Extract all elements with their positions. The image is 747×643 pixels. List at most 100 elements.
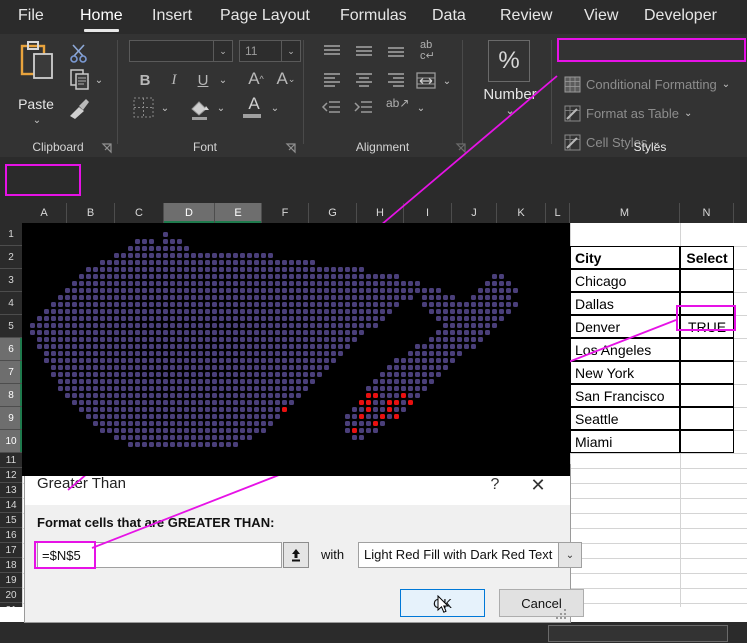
- align-right-icon[interactable]: [384, 70, 408, 90]
- font-color-chevron-down-icon[interactable]: ⌄: [268, 104, 282, 114]
- column-header-H[interactable]: H: [357, 203, 404, 223]
- row-header-8[interactable]: 8: [0, 384, 22, 407]
- column-header-G[interactable]: G: [309, 203, 357, 223]
- increase-indent-icon[interactable]: [352, 98, 376, 118]
- font-name-combobox[interactable]: ⌄: [129, 40, 233, 62]
- column-header-E[interactable]: E: [215, 203, 262, 223]
- column-header-D[interactable]: D: [164, 203, 215, 223]
- row-header-17[interactable]: 17: [0, 543, 22, 558]
- format-as-table-button[interactable]: Format as Table ⌄: [564, 105, 692, 122]
- copy-icon[interactable]: [68, 68, 92, 92]
- fill-color-icon[interactable]: [187, 96, 213, 122]
- bold-button[interactable]: B: [133, 68, 157, 92]
- italic-button[interactable]: I: [162, 68, 186, 92]
- orientation-icon[interactable]: abc↵: [420, 40, 446, 64]
- row-header-1[interactable]: 1: [0, 223, 22, 246]
- font-size-combobox[interactable]: 11 ⌄: [239, 40, 301, 62]
- borders-icon[interactable]: [131, 96, 157, 120]
- table-row-select[interactable]: [680, 407, 734, 430]
- conditional-formatting-chevron-down-icon[interactable]: ⌄: [722, 80, 730, 90]
- column-header-B[interactable]: B: [67, 203, 115, 223]
- ribbon-tab-home[interactable]: Home: [80, 0, 123, 34]
- ribbon-tab-insert[interactable]: Insert: [152, 0, 192, 34]
- row-header-10[interactable]: 10: [0, 430, 22, 453]
- align-center-icon[interactable]: [352, 70, 376, 90]
- table-header-city[interactable]: City: [570, 246, 680, 269]
- merge-chevron-down-icon[interactable]: ⌄: [440, 77, 454, 87]
- format-select-chevron-down-icon[interactable]: ⌄: [558, 543, 581, 567]
- column-header-L[interactable]: L: [546, 203, 570, 223]
- row-header-14[interactable]: 14: [0, 498, 22, 513]
- row-header-7[interactable]: 7: [0, 361, 22, 384]
- text-rotation-icon[interactable]: ab↗: [386, 96, 412, 120]
- align-left-icon[interactable]: [320, 70, 344, 90]
- column-header-I[interactable]: I: [404, 203, 452, 223]
- row-header-20[interactable]: 20: [0, 588, 22, 603]
- column-header-J[interactable]: J: [452, 203, 497, 223]
- align-middle-icon[interactable]: [352, 42, 376, 62]
- table-row-select[interactable]: [680, 269, 734, 292]
- table-row-city[interactable]: Los Angeles: [570, 338, 680, 361]
- underline-chevron-down-icon[interactable]: ⌄: [216, 76, 230, 86]
- paste-icon[interactable]: [12, 40, 60, 96]
- zoom-slider[interactable]: [548, 625, 728, 642]
- table-header-select[interactable]: Select: [680, 246, 734, 269]
- cancel-button[interactable]: Cancel: [499, 589, 584, 617]
- ribbon-tab-file[interactable]: File: [18, 0, 44, 34]
- row-header-18[interactable]: 18: [0, 558, 22, 573]
- row-header-12[interactable]: 12: [0, 468, 22, 483]
- close-icon[interactable]: ✕: [524, 473, 552, 497]
- paste-chevron-down-icon[interactable]: ⌄: [30, 116, 44, 126]
- shrink-font-button[interactable]: A⌄: [273, 66, 299, 92]
- ribbon-tab-review[interactable]: Review: [500, 0, 552, 34]
- table-row-select[interactable]: [680, 384, 734, 407]
- scissors-icon[interactable]: [68, 42, 90, 64]
- row-header-5[interactable]: 5: [0, 315, 22, 338]
- clipboard-dialog-launcher[interactable]: [101, 141, 113, 153]
- format-select[interactable]: Light Red Fill with Dark Red Text ⌄: [358, 542, 582, 568]
- format-painter-icon[interactable]: [66, 96, 92, 122]
- table-row-select[interactable]: [680, 361, 734, 384]
- paste-button-label[interactable]: Paste: [8, 96, 64, 114]
- row-header-6[interactable]: 6: [0, 338, 22, 361]
- grow-font-button[interactable]: A^: [243, 66, 269, 92]
- row-header-9[interactable]: 9: [0, 407, 22, 430]
- column-header-K[interactable]: K: [497, 203, 546, 223]
- font-name-chevron-down-icon[interactable]: ⌄: [213, 41, 232, 61]
- row-header-15[interactable]: 15: [0, 513, 22, 528]
- percent-style-button[interactable]: %: [488, 40, 530, 82]
- table-row-city[interactable]: New York: [570, 361, 680, 384]
- table-row-city[interactable]: San Francisco: [570, 384, 680, 407]
- font-dialog-launcher[interactable]: [285, 141, 297, 153]
- ribbon-tab-page-layout[interactable]: Page Layout: [220, 0, 310, 34]
- table-row-city[interactable]: Dallas: [570, 292, 680, 315]
- row-header-19[interactable]: 19: [0, 573, 22, 588]
- copy-chevron-down-icon[interactable]: ⌄: [92, 76, 106, 86]
- table-row-city[interactable]: Seattle: [570, 407, 680, 430]
- ribbon-tab-developer[interactable]: Developer: [644, 0, 717, 34]
- ribbon-tab-data[interactable]: Data: [432, 0, 466, 34]
- row-header-2[interactable]: 2: [0, 246, 22, 269]
- conditional-formatting-button[interactable]: Conditional Formatting ⌄: [564, 76, 730, 93]
- number-chevron-down-icon[interactable]: ⌄: [503, 106, 517, 117]
- resize-grip[interactable]: [555, 607, 567, 619]
- table-row-city[interactable]: Denver: [570, 315, 680, 338]
- column-header-F[interactable]: F: [262, 203, 309, 223]
- font-size-chevron-down-icon[interactable]: ⌄: [281, 41, 300, 61]
- table-row-select[interactable]: [680, 430, 734, 453]
- row-header-4[interactable]: 4: [0, 292, 22, 315]
- column-header-M[interactable]: M: [570, 203, 680, 223]
- column-header-A[interactable]: A: [22, 203, 67, 223]
- decrease-indent-icon[interactable]: [320, 98, 344, 118]
- collapse-dialog-icon[interactable]: [283, 542, 309, 568]
- underline-button[interactable]: U: [191, 68, 215, 92]
- column-header-N[interactable]: N: [680, 203, 734, 223]
- column-header-C[interactable]: C: [115, 203, 164, 223]
- format-as-table-chevron-down-icon[interactable]: ⌄: [684, 109, 692, 119]
- table-row-city[interactable]: Miami: [570, 430, 680, 453]
- help-icon[interactable]: ?: [482, 473, 508, 497]
- row-header-11[interactable]: 11: [0, 453, 22, 468]
- table-row-select[interactable]: [680, 338, 734, 361]
- ribbon-tab-formulas[interactable]: Formulas: [340, 0, 407, 34]
- merge-cells-icon[interactable]: [414, 70, 438, 92]
